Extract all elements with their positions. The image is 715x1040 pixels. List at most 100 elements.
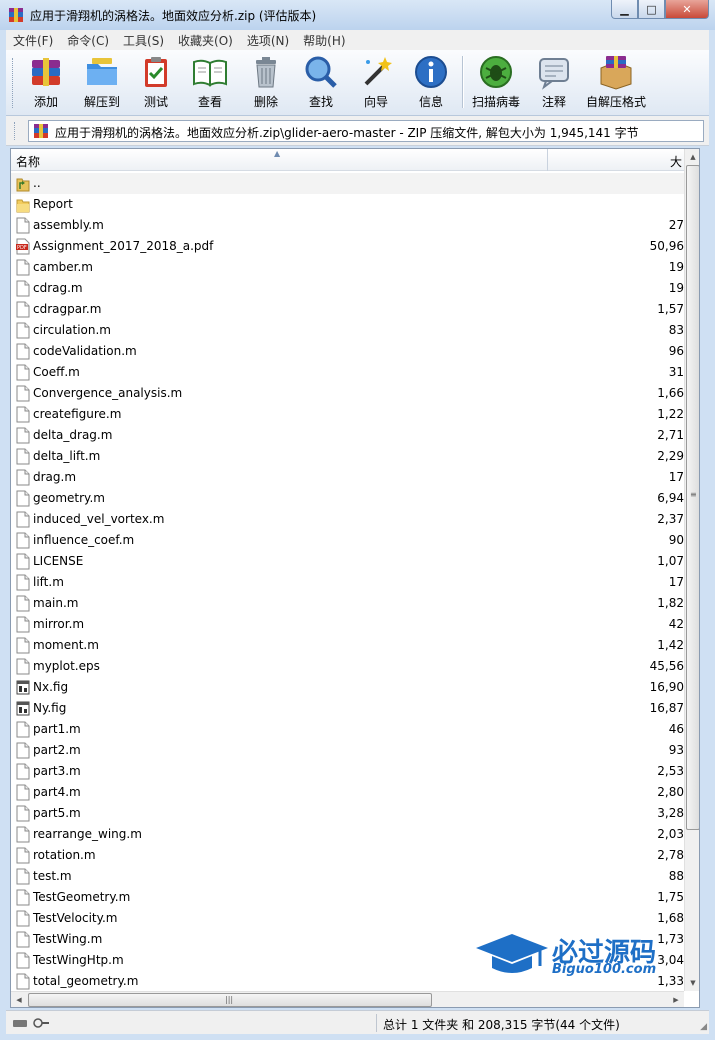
find-button[interactable]: 查找 [293, 54, 349, 112]
info-button[interactable]: 信息 [403, 54, 459, 112]
file-name: cdrag.m [33, 281, 83, 295]
file-icon [16, 595, 30, 612]
wizard-button[interactable]: 向导 [348, 54, 404, 112]
resize-grip-icon[interactable]: ◢ [700, 1022, 707, 1032]
menu-command[interactable]: 命令(C) [60, 32, 116, 49]
vertical-scrollbar[interactable]: ▲ ≡ ▼ [684, 149, 699, 991]
menu-help[interactable]: 帮助(H) [296, 32, 352, 49]
file-row[interactable]: mirror.m 42 [11, 614, 684, 635]
address-path-field[interactable]: 应用于滑翔机的涡格法。地面效应分析.zip\glider-aero-master… [28, 120, 704, 142]
file-row[interactable]: LICENSE 1,07 [11, 551, 684, 572]
file-name: Report [33, 197, 73, 211]
file-row[interactable]: cdrag.m 19 [11, 278, 684, 299]
column-size-header[interactable]: 大 [670, 153, 682, 170]
add-button[interactable]: 添加 [18, 54, 74, 112]
sfx-button[interactable]: 自解压格式 [581, 54, 651, 112]
file-row[interactable]: rotation.m 2,78 [11, 845, 684, 866]
magnifier-icon [305, 56, 337, 88]
window-controls: ▁ □ ✕ [611, 0, 709, 19]
file-row[interactable]: codeValidation.m 96 [11, 341, 684, 362]
scroll-up-button[interactable]: ▲ [685, 149, 699, 165]
file-row[interactable]: part1.m 46 [11, 719, 684, 740]
file-size: 19 [668, 260, 684, 274]
file-row[interactable]: test.m 88 [11, 866, 684, 887]
file-row[interactable]: myplot.eps 45,56 [11, 656, 684, 677]
file-name: Assignment_2017_2018_a.pdf [33, 239, 214, 253]
file-row[interactable]: Report [11, 194, 684, 215]
view-button[interactable]: 查看 [182, 54, 238, 112]
file-size: 50,96 [649, 239, 684, 253]
file-name: .. [33, 176, 41, 190]
file-row[interactable]: geometry.m 6,94 [11, 488, 684, 509]
column-name-header[interactable]: 名称 [16, 153, 40, 170]
status-bar: 总计 1 文件夹 和 208,315 字节(44 个文件) ◢ [6, 1010, 709, 1034]
file-row[interactable]: part5.m 3,28 [11, 803, 684, 824]
file-row[interactable]: moment.m 1,42 [11, 635, 684, 656]
file-row[interactable]: Ny.fig 16,87 [11, 698, 684, 719]
extract-button[interactable]: 解压到 [74, 54, 130, 112]
horizontal-scrollbar[interactable]: ◀ ||| ▶ [11, 991, 684, 1007]
file-row[interactable]: drag.m 17 [11, 467, 684, 488]
file-icon [16, 301, 30, 318]
file-size: 17 [668, 575, 684, 589]
file-row[interactable]: rearrange_wing.m 2,03 [11, 824, 684, 845]
file-row[interactable]: Nx.fig 16,90 [11, 677, 684, 698]
menu-favorites[interactable]: 收藏夹(O) [171, 32, 240, 49]
menu-options[interactable]: 选项(N) [240, 32, 296, 49]
maximize-button[interactable]: □ [638, 0, 665, 19]
file-row[interactable]: delta_lift.m 2,29 [11, 446, 684, 467]
file-row[interactable]: circulation.m 83 [11, 320, 684, 341]
file-row[interactable]: TestGeometry.m 1,75 [11, 887, 684, 908]
menu-tools[interactable]: 工具(S) [116, 32, 171, 49]
minimize-button[interactable]: ▁ [611, 0, 638, 19]
file-row[interactable]: TestVelocity.m 1,68 [11, 908, 684, 929]
file-row[interactable]: part4.m 2,80 [11, 782, 684, 803]
file-row[interactable]: induced_vel_vortex.m 2,37 [11, 509, 684, 530]
file-size: 90 [668, 533, 684, 547]
horizontal-scroll-thumb[interactable]: ||| [28, 993, 432, 1007]
file-size: 1,42 [657, 638, 684, 652]
close-button[interactable]: ✕ [665, 0, 709, 19]
file-row[interactable]: .. [11, 173, 684, 194]
arrow-left-icon: ◀ [16, 996, 22, 1004]
file-row[interactable]: part2.m 93 [11, 740, 684, 761]
test-button[interactable]: 测试 [128, 54, 184, 112]
file-icon [16, 469, 30, 486]
file-row[interactable]: main.m 1,82 [11, 593, 684, 614]
file-row[interactable]: delta_drag.m 2,71 [11, 425, 684, 446]
file-row[interactable]: Coeff.m 31 [11, 362, 684, 383]
file-icon [16, 847, 30, 864]
file-row[interactable]: createfigure.m 1,22 [11, 404, 684, 425]
vertical-scroll-thumb[interactable]: ≡ [686, 165, 699, 830]
status-icons[interactable] [12, 1016, 50, 1030]
file-icon [16, 721, 30, 738]
file-icon [16, 448, 30, 465]
comment-button[interactable]: 注释 [526, 54, 582, 112]
scroll-down-button[interactable]: ▼ [685, 975, 699, 991]
file-row[interactable]: cdragpar.m 1,57 [11, 299, 684, 320]
file-row[interactable]: PDF Assignment_2017_2018_a.pdf 50,96 [11, 236, 684, 257]
scan-virus-button[interactable]: 扫描病毒 [468, 54, 524, 112]
file-row[interactable]: camber.m 19 [11, 257, 684, 278]
file-name: drag.m [33, 470, 77, 484]
scroll-right-button[interactable]: ▶ [668, 992, 684, 1007]
file-row[interactable]: Convergence_analysis.m 1,66 [11, 383, 684, 404]
test-clipboard-icon [145, 57, 167, 87]
file-size: 88 [668, 869, 684, 883]
file-size: 2,29 [657, 449, 684, 463]
address-grip[interactable] [14, 122, 17, 140]
toolbar-grip[interactable] [12, 58, 15, 108]
file-row[interactable]: part3.m 2,53 [11, 761, 684, 782]
file-name: rotation.m [33, 848, 96, 862]
delete-button[interactable]: 删除 [238, 54, 294, 112]
column-divider[interactable] [547, 149, 548, 171]
file-row[interactable]: assembly.m 27 [11, 215, 684, 236]
file-size: 3,28 [657, 806, 684, 820]
scroll-left-button[interactable]: ◀ [11, 992, 27, 1007]
file-row[interactable]: influence_coef.m 90 [11, 530, 684, 551]
file-icon [16, 763, 30, 780]
file-icon [16, 553, 30, 570]
file-row[interactable]: lift.m 17 [11, 572, 684, 593]
menu-file[interactable]: 文件(F) [6, 32, 60, 49]
thumb-grip-icon: ≡ [690, 490, 697, 499]
